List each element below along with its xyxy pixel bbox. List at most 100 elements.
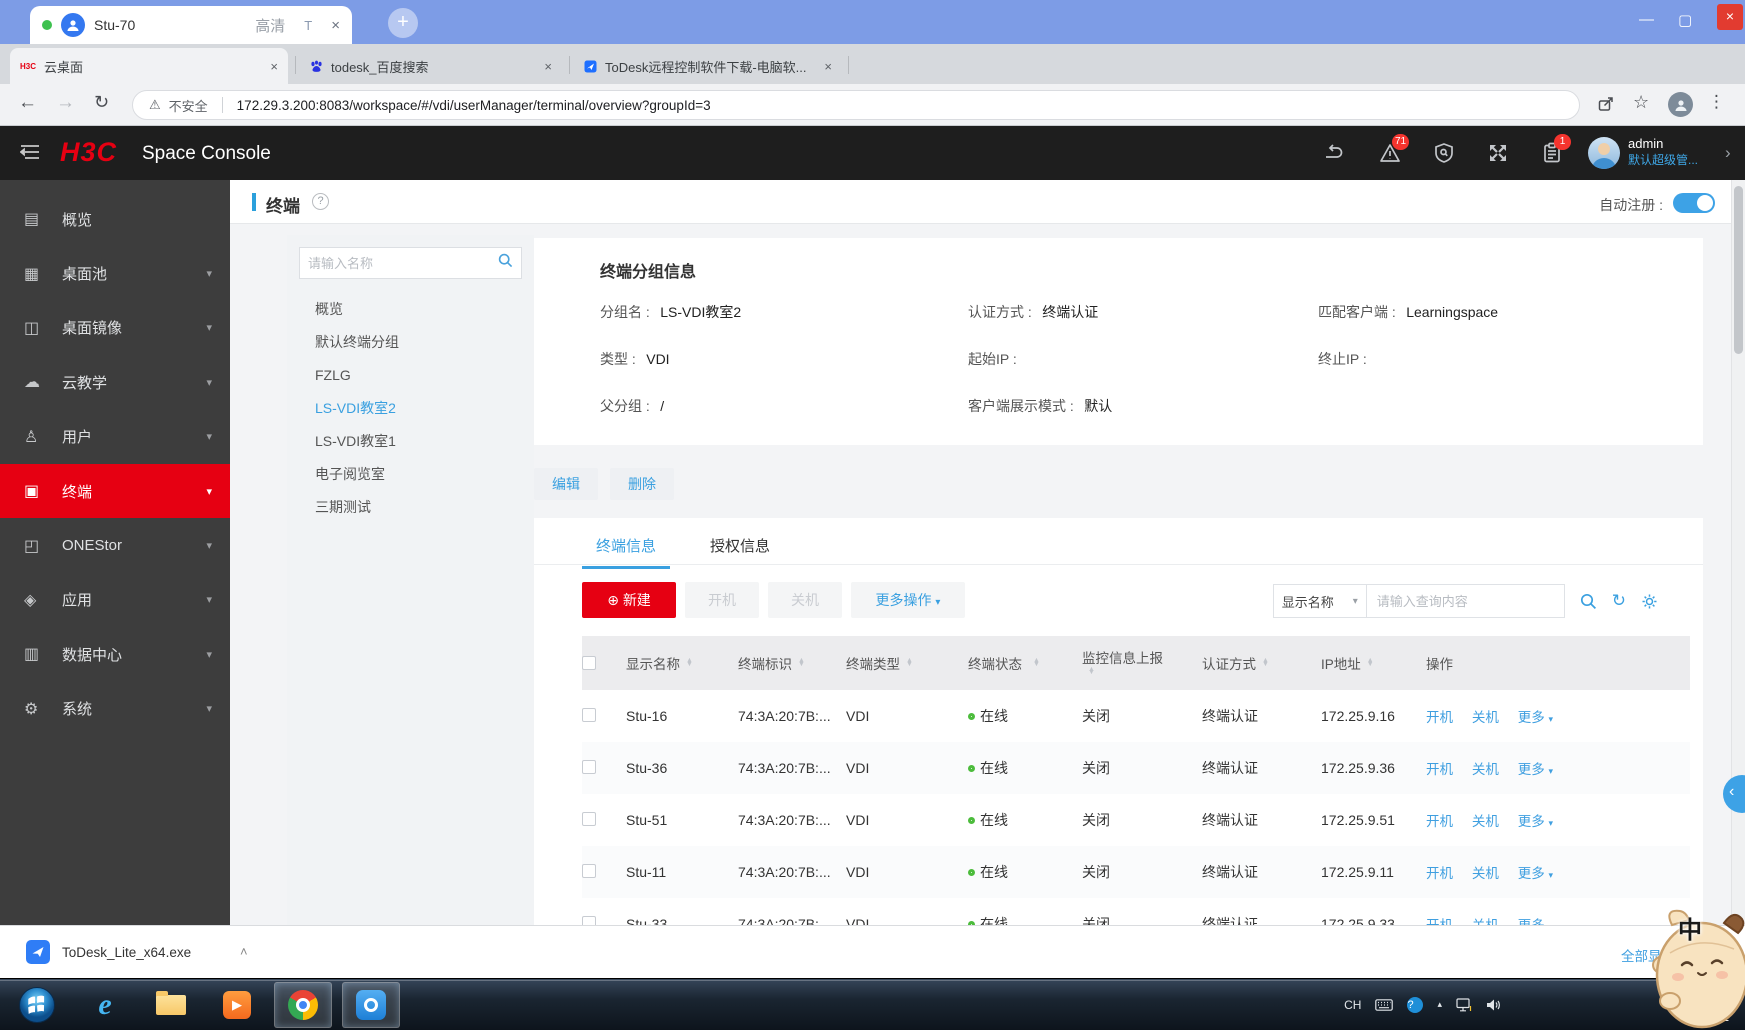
sidebar-item[interactable]: ▦ 桌面池 ▾ — [0, 246, 230, 300]
network-icon[interactable] — [1456, 997, 1472, 1012]
sidebar-item[interactable]: ▣ 终端 ▾ — [0, 463, 230, 519]
auto-register-toggle[interactable] — [1673, 193, 1715, 213]
browser-tab-todesk-download[interactable]: ToDesk远程控制软件下载-电脑软... × — [574, 48, 842, 84]
row-checkbox[interactable] — [582, 915, 596, 925]
quality-selector[interactable]: 高清 — [255, 15, 285, 36]
group-list-item[interactable]: 概览 — [287, 293, 534, 326]
sidebar-item[interactable]: ☁ 云教学 ▾ — [0, 355, 230, 409]
corner-close-button[interactable]: × — [1717, 4, 1743, 30]
action-power-off[interactable]: 关机 — [1472, 710, 1499, 725]
menu-toggle-icon[interactable] — [19, 143, 40, 166]
group-list-item[interactable]: 电子阅览室 — [287, 458, 534, 491]
filter-select[interactable]: 显示名称 ▾ — [1272, 584, 1367, 618]
action-power-on[interactable]: 开机 — [1426, 762, 1453, 777]
table-row[interactable]: Stu-51 74:3A:20:7B:... VDI 在线 关闭 终端认证 17… — [582, 794, 1690, 846]
taskbar-folder-icon[interactable] — [142, 982, 200, 1028]
action-power-on[interactable]: 开机 — [1426, 814, 1453, 829]
user-info[interactable]: admin 默认超级管... — [1628, 136, 1698, 168]
tab-close-icon[interactable]: × — [824, 59, 832, 74]
language-indicator[interactable]: CH — [1344, 998, 1361, 1012]
row-checkbox[interactable] — [582, 863, 596, 878]
tab-terminal-info[interactable]: 终端信息 — [582, 528, 671, 569]
sort-arrows-icon[interactable]: ▲ ▼ — [906, 657, 913, 668]
forward-button[interactable]: → — [56, 92, 75, 114]
action-power-off[interactable]: 关机 — [1472, 866, 1499, 881]
sidebar-item[interactable]: ⚙ 系统 ▾ — [0, 682, 230, 736]
action-power-on[interactable]: 开机 — [1426, 918, 1453, 925]
task-clipboard-icon[interactable]: 1 — [1540, 134, 1571, 165]
volume-icon[interactable] — [1486, 998, 1501, 1012]
browser-tab-baidu-search[interactable]: todesk_百度搜索 × — [300, 48, 562, 84]
table-header-cell[interactable]: 终端状态 ▲ ▼ — [968, 653, 1082, 673]
group-list-item[interactable]: LS-VDI教室2 — [287, 392, 534, 425]
sidebar-item[interactable]: ▤ 概览 — [0, 192, 230, 246]
fullscreen-icon[interactable] — [1486, 141, 1510, 165]
table-search-box[interactable] — [1366, 584, 1565, 618]
more-actions-button[interactable]: 更多操作 ▾ — [851, 582, 965, 618]
action-more[interactable]: 更多 ▾ — [1518, 866, 1553, 881]
shield-icon[interactable] — [1432, 141, 1456, 165]
session-close-icon[interactable]: × — [331, 17, 340, 34]
sort-arrows-icon[interactable]: ▲ ▼ — [798, 657, 805, 668]
action-power-on[interactable]: 开机 — [1426, 710, 1453, 725]
action-more[interactable]: 更多 ▾ — [1518, 762, 1553, 777]
sidebar-item[interactable]: ♙ 用户 ▾ — [0, 410, 230, 464]
start-button[interactable] — [8, 982, 66, 1028]
group-search-box[interactable] — [299, 247, 522, 279]
chevron-right-icon[interactable]: › — [1725, 143, 1731, 163]
profile-avatar-icon[interactable] — [1668, 92, 1693, 117]
create-button[interactable]: ⊕ 新建 — [582, 582, 676, 618]
row-checkbox[interactable] — [582, 759, 596, 774]
table-header-cell[interactable]: 显示名称 ▲ ▼ — [626, 653, 738, 673]
action-power-off[interactable]: 关机 — [1472, 918, 1499, 925]
browser-menu-icon[interactable]: ⋮ — [1708, 92, 1725, 112]
action-power-on[interactable]: 开机 — [1426, 866, 1453, 881]
page-scrollbar[interactable] — [1731, 180, 1745, 925]
taskbar-chrome-icon[interactable] — [274, 982, 332, 1028]
table-row[interactable]: Stu-16 74:3A:20:7B:... VDI 在线 关闭 终端认证 17… — [582, 690, 1690, 742]
browser-tab-cloud-desktop[interactable]: H3C 云桌面 × — [10, 48, 288, 84]
refresh-icon[interactable]: ↻ — [1612, 591, 1626, 611]
taskbar-media-player-icon[interactable]: ▶ — [208, 982, 266, 1028]
remote-session-tab[interactable]: Stu-70 高清 T × — [30, 6, 352, 44]
table-header-cell[interactable]: 终端标识 ▲ ▼ — [738, 653, 846, 673]
table-search-icon[interactable] — [1580, 593, 1597, 610]
new-session-button[interactable]: + — [388, 8, 418, 38]
action-power-off[interactable]: 关机 — [1472, 814, 1499, 829]
sort-arrows-icon[interactable]: ▲ ▼ — [1262, 657, 1269, 668]
sort-arrows-icon[interactable]: ▲ ▼ — [1033, 657, 1040, 668]
address-bar[interactable]: ⚠ 不安全 172.29.3.200:8083/workspace/#/vdi/… — [132, 90, 1580, 120]
row-checkbox[interactable] — [582, 811, 596, 826]
taskbar-ie-icon[interactable]: e — [76, 982, 134, 1028]
scrollbar-thumb[interactable] — [1734, 186, 1743, 354]
action-more[interactable]: 更多 ▾ — [1518, 918, 1553, 925]
table-header-cell[interactable]: 监控信息上报 ▲ ▼ — [1082, 651, 1202, 677]
group-list-item[interactable]: 三期测试 — [287, 491, 534, 524]
group-list-item[interactable]: 默认终端分组 — [287, 326, 534, 359]
search-icon[interactable] — [498, 253, 513, 273]
table-header-cell[interactable]: 认证方式 ▲ ▼ — [1202, 653, 1321, 673]
pipeline-icon[interactable] — [1322, 141, 1346, 165]
power-off-button[interactable]: 关机 — [768, 582, 842, 618]
table-row[interactable]: Stu-36 74:3A:20:7B:... VDI 在线 关闭 终端认证 17… — [582, 742, 1690, 794]
sidebar-item[interactable]: ◰ ONEStor ▾ — [0, 518, 230, 572]
sidebar-item[interactable]: ◈ 应用 ▾ — [0, 573, 230, 627]
share-icon[interactable] — [1596, 94, 1616, 119]
download-filename[interactable]: ToDesk_Lite_x64.exe — [62, 945, 191, 960]
remote-maximize-button[interactable]: ▢ — [1678, 11, 1692, 29]
select-all-checkbox[interactable] — [582, 656, 596, 670]
settings-gear-icon[interactable] — [1641, 593, 1658, 610]
delete-button[interactable]: 删除 — [610, 468, 674, 500]
download-expand-icon[interactable]: ˄ — [240, 944, 248, 959]
group-search-input[interactable] — [300, 255, 498, 271]
table-row[interactable]: Stu-33 74:3A:20:7B:... VDI 在线 关闭 终端认证 17… — [582, 898, 1690, 925]
table-header-cell[interactable]: 终端类型 ▲ ▼ — [846, 653, 968, 673]
user-avatar[interactable] — [1588, 137, 1620, 169]
security-warning-icon[interactable]: ⚠ — [149, 97, 161, 113]
sort-arrows-icon[interactable]: ▲ ▼ — [686, 657, 693, 668]
alarm-icon[interactable]: 71 — [1378, 134, 1410, 165]
action-more[interactable]: 更多 ▾ — [1518, 710, 1553, 725]
sort-arrows-icon[interactable]: ▲ ▼ — [1088, 666, 1095, 677]
tab-close-icon[interactable]: × — [544, 59, 552, 74]
keyboard-icon[interactable] — [1375, 998, 1394, 1011]
